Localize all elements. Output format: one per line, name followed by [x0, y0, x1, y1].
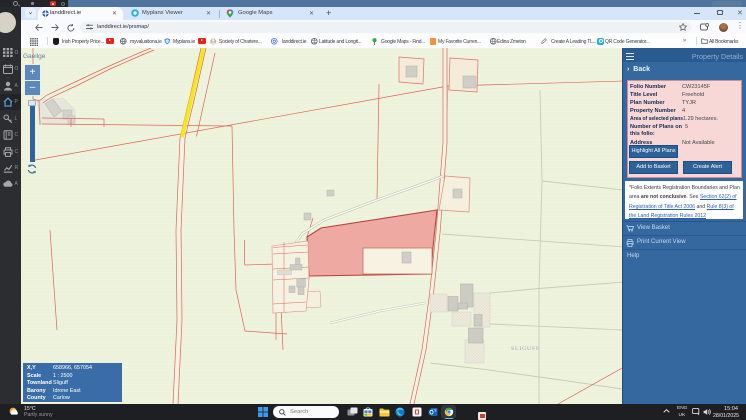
svg-text:SLIGUFF: SLIGUFF: [511, 346, 540, 352]
